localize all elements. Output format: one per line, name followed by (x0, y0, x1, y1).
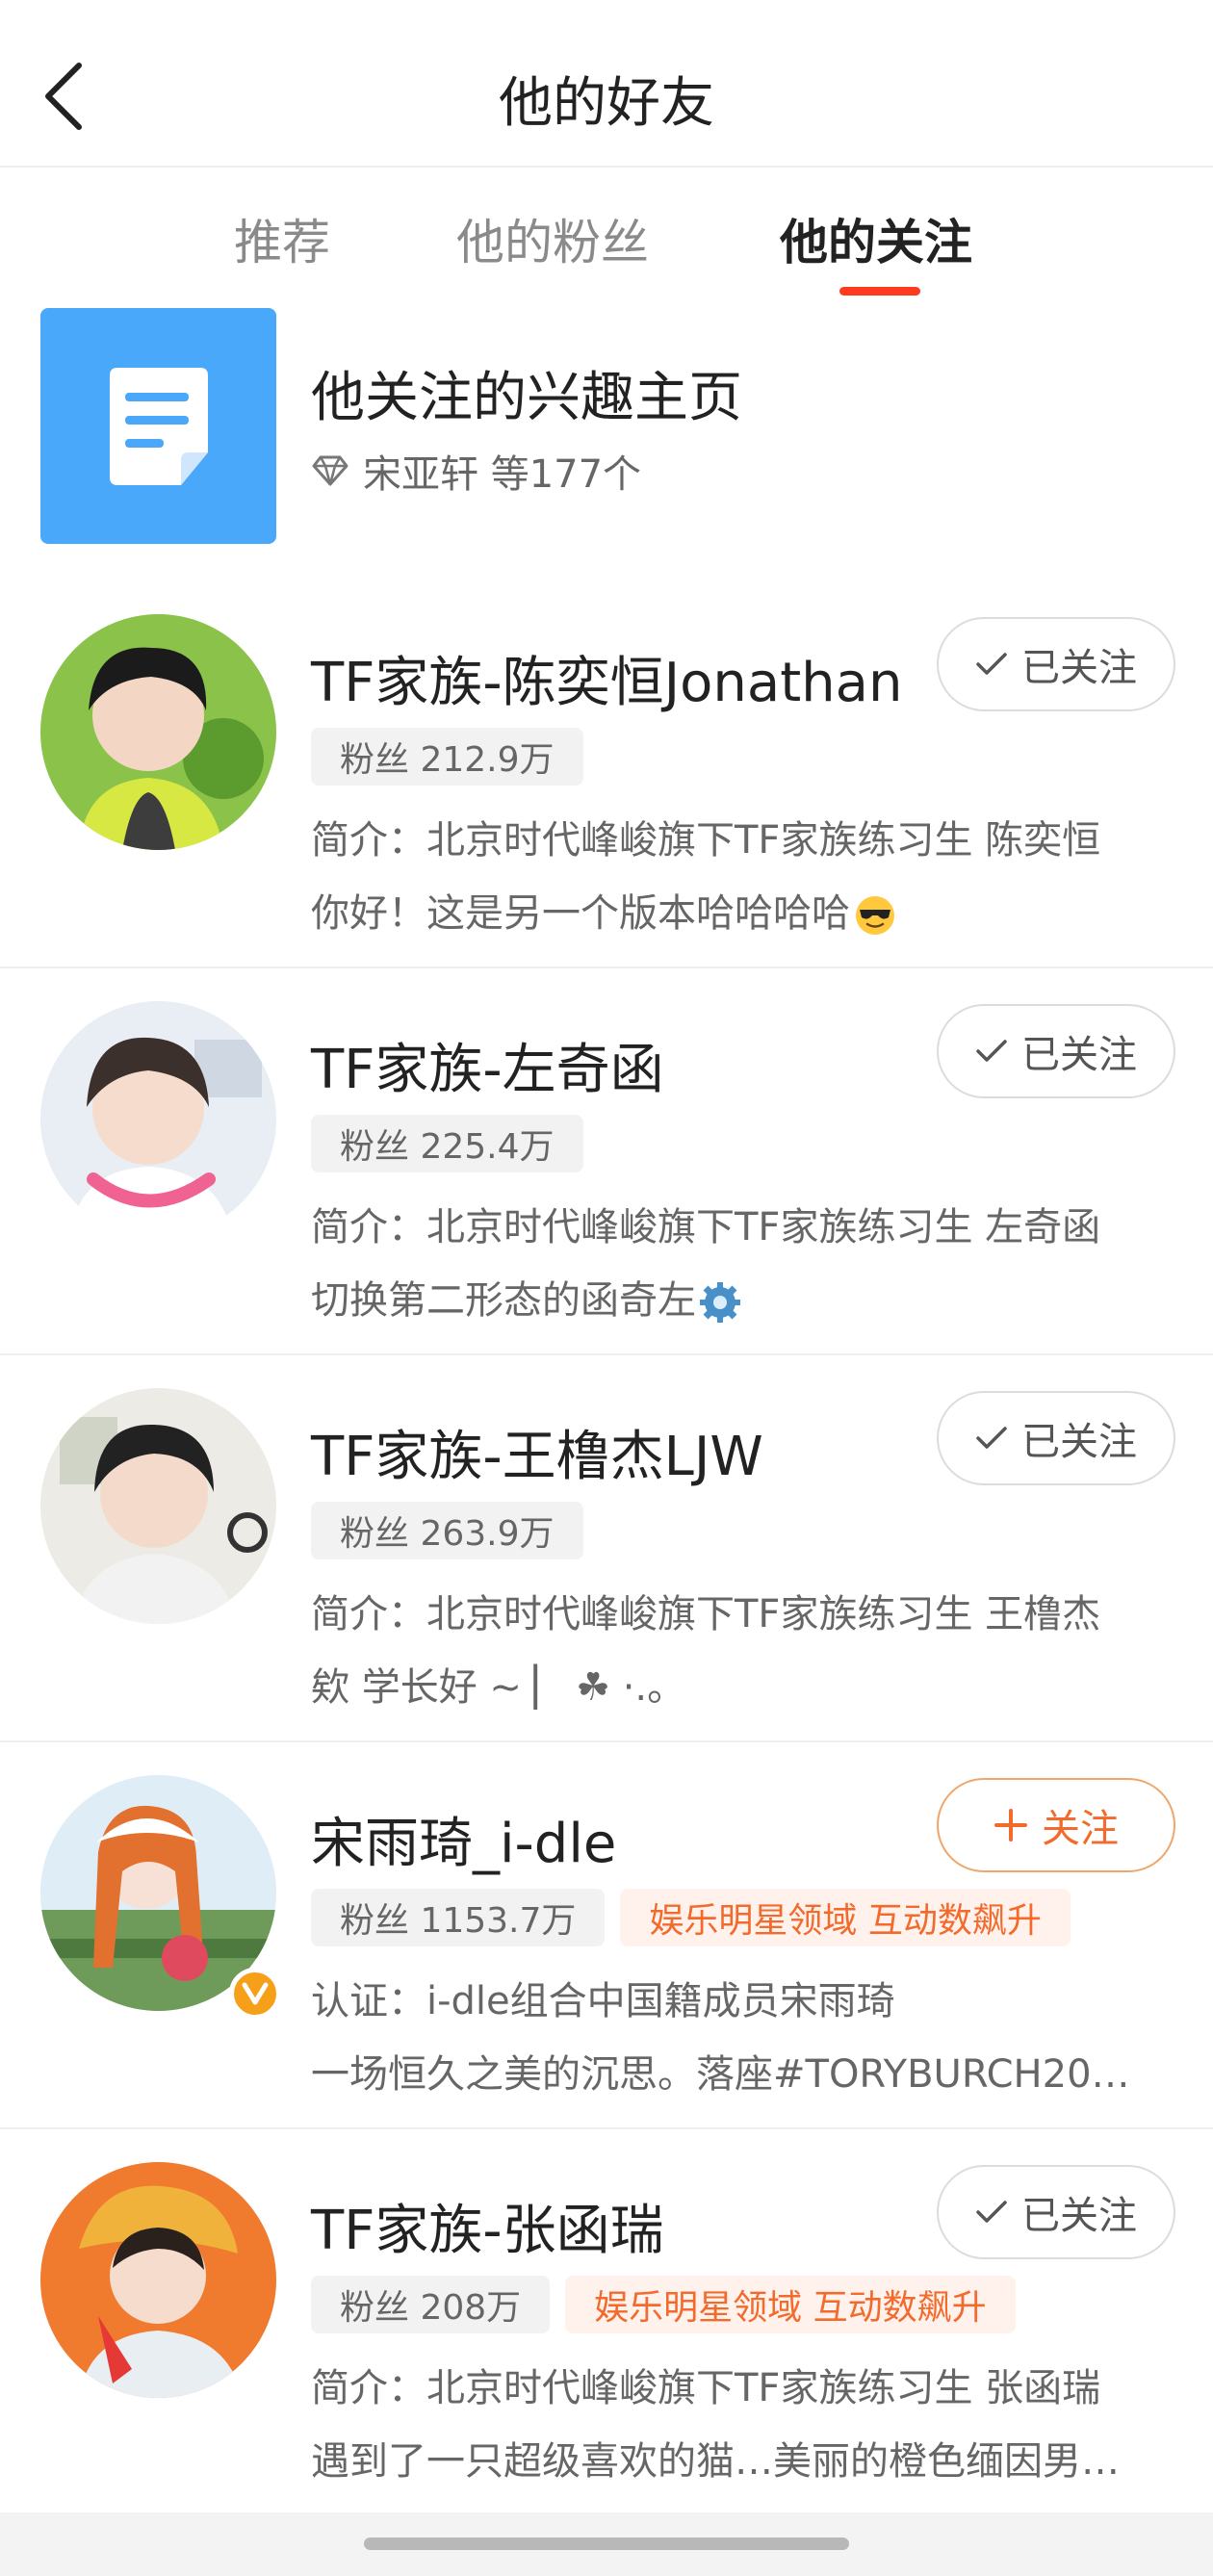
interest-pages-card[interactable]: 他关注的兴趣主页 宋亚轩 等177个 (0, 306, 1213, 547)
user-name: 宋雨琦_i-dle (311, 1813, 617, 1875)
interest-pages-count: 宋亚轩 等177个 (363, 452, 642, 497)
following-button[interactable]: 已关注 (937, 1391, 1175, 1485)
user-row-zhanghanrui[interactable]: TF家族-张函瑞 粉丝 208万 娱乐明星领域 互动数飙升 简介：北京时代峰峻旗… (0, 2131, 1213, 2512)
document-icon (40, 308, 276, 544)
user-row-chenyiheng[interactable]: TF家族-陈奕恒Jonathan 粉丝 212.9万 简介：北京时代峰峻旗下TF… (0, 583, 1213, 968)
interest-pages-subtitle: 宋亚轩 等177个 (311, 443, 641, 499)
user-intro-line2: 欸 学长好 ~ ▏ ☘ ·.。 (311, 1665, 686, 1710)
following-label: 已关注 (1021, 1033, 1137, 1077)
user-name: TF家族-左奇函 (311, 1039, 664, 1101)
user-intro-line2: 切换第二形态的函奇左 (311, 1269, 1158, 1325)
user-name: TF家族-王橹杰LJW (311, 1426, 763, 1488)
user-intro: 简介：北京时代峰峻旗下TF家族练习生 王橹杰 (311, 1592, 1101, 1636)
fans-count-badge: 粉丝 212.9万 (311, 728, 583, 786)
plus-icon (994, 1808, 1028, 1842)
following-button[interactable]: 已关注 (937, 617, 1175, 711)
user-intro-text: 你好！这是另一个版本哈哈哈哈 (311, 891, 850, 936)
following-label: 已关注 (1021, 1420, 1137, 1464)
following-button[interactable]: 已关注 (937, 2165, 1175, 2259)
user-intro: 简介：北京时代峰峻旗下TF家族练习生 左奇函 (311, 1205, 1101, 1249)
following-label: 已关注 (1021, 646, 1137, 690)
user-name: TF家族-陈奕恒Jonathan (311, 652, 903, 714)
user-certification: 认证：i-dle组合中国籍成员宋雨琦 (311, 1979, 895, 2023)
fans-count-badge: 粉丝 1153.7万 (311, 1889, 606, 1946)
trending-tag-badge: 娱乐明星领域 互动数飙升 (620, 1889, 1071, 1946)
check-icon (975, 652, 1008, 677)
user-latest-post: 遇到了一只超级喜欢的猫…美丽的橙色缅因男… (311, 2439, 1120, 2484)
fans-count-badge: 粉丝 208万 (311, 2276, 551, 2333)
check-icon (975, 1039, 1008, 1064)
user-row-songyuqi[interactable]: 宋雨琦_i-dle 粉丝 1153.7万 娱乐明星领域 互动数飙升 认证：i-d… (0, 1744, 1213, 2129)
fans-count-badge: 粉丝 263.9万 (311, 1502, 583, 1559)
sunglasses-emoji-icon (856, 896, 894, 935)
fans-row: 粉丝 263.9万 (311, 1502, 583, 1559)
follow-label: 关注 (1042, 1807, 1119, 1851)
follow-button[interactable]: 关注 (937, 1778, 1175, 1872)
diamond-icon (311, 454, 349, 487)
avatar[interactable] (40, 1388, 276, 1624)
user-name: TF家族-张函瑞 (311, 2200, 664, 2262)
top-bar: 他的好友 (0, 0, 1213, 167)
following-button[interactable]: 已关注 (937, 1004, 1175, 1098)
tab-his-fans[interactable]: 他的粉丝 (456, 204, 649, 273)
verified-badge-icon (229, 1968, 281, 2020)
following-label: 已关注 (1021, 2194, 1137, 2238)
user-intro: 简介：北京时代峰峻旗下TF家族练习生 张函瑞 (311, 2366, 1101, 2410)
avatar[interactable] (40, 2162, 276, 2398)
tab-bar: 推荐 他的粉丝 他的关注 (0, 193, 1213, 298)
tab-recommend[interactable]: 推荐 (234, 204, 330, 273)
avatar[interactable] (40, 1001, 276, 1237)
trending-tag-badge: 娱乐明星领域 互动数飙升 (565, 2276, 1016, 2333)
tab-his-following[interactable]: 他的关注 (780, 204, 972, 273)
user-latest-post: 一场恒久之美的沉思。落座#TORYBURCH20… (311, 2052, 1130, 2097)
user-row-zuoqihan[interactable]: TF家族-左奇函 粉丝 225.4万 简介：北京时代峰峻旗下TF家族练习生 左奇… (0, 970, 1213, 1355)
fans-row: 粉丝 208万 娱乐明星领域 互动数飙升 (311, 2276, 1016, 2333)
fans-count-badge: 粉丝 225.4万 (311, 1115, 583, 1172)
interest-pages-title: 他关注的兴趣主页 (311, 367, 742, 429)
home-indicator[interactable] (364, 2537, 849, 2550)
fans-row: 粉丝 225.4万 (311, 1115, 583, 1172)
avatar[interactable] (40, 614, 276, 850)
user-intro-text: 切换第二形态的函奇左 (311, 1278, 696, 1323)
fans-row: 粉丝 1153.7万 娱乐明星领域 互动数飙升 (311, 1889, 1071, 1946)
check-icon (975, 1426, 1008, 1451)
gear-emoji-icon (700, 1282, 740, 1323)
user-intro-line2: 你好！这是另一个版本哈哈哈哈 (311, 882, 1158, 938)
user-row-wanglujie[interactable]: TF家族-王橹杰LJW 粉丝 263.9万 简介：北京时代峰峻旗下TF家族练习生… (0, 1357, 1213, 1742)
page-title: 他的好友 (499, 72, 714, 135)
user-intro: 简介：北京时代峰峻旗下TF家族练习生 陈奕恒 (311, 818, 1101, 863)
active-tab-indicator (839, 287, 920, 296)
check-icon (975, 2200, 1008, 2225)
fans-row: 粉丝 212.9万 (311, 728, 583, 786)
